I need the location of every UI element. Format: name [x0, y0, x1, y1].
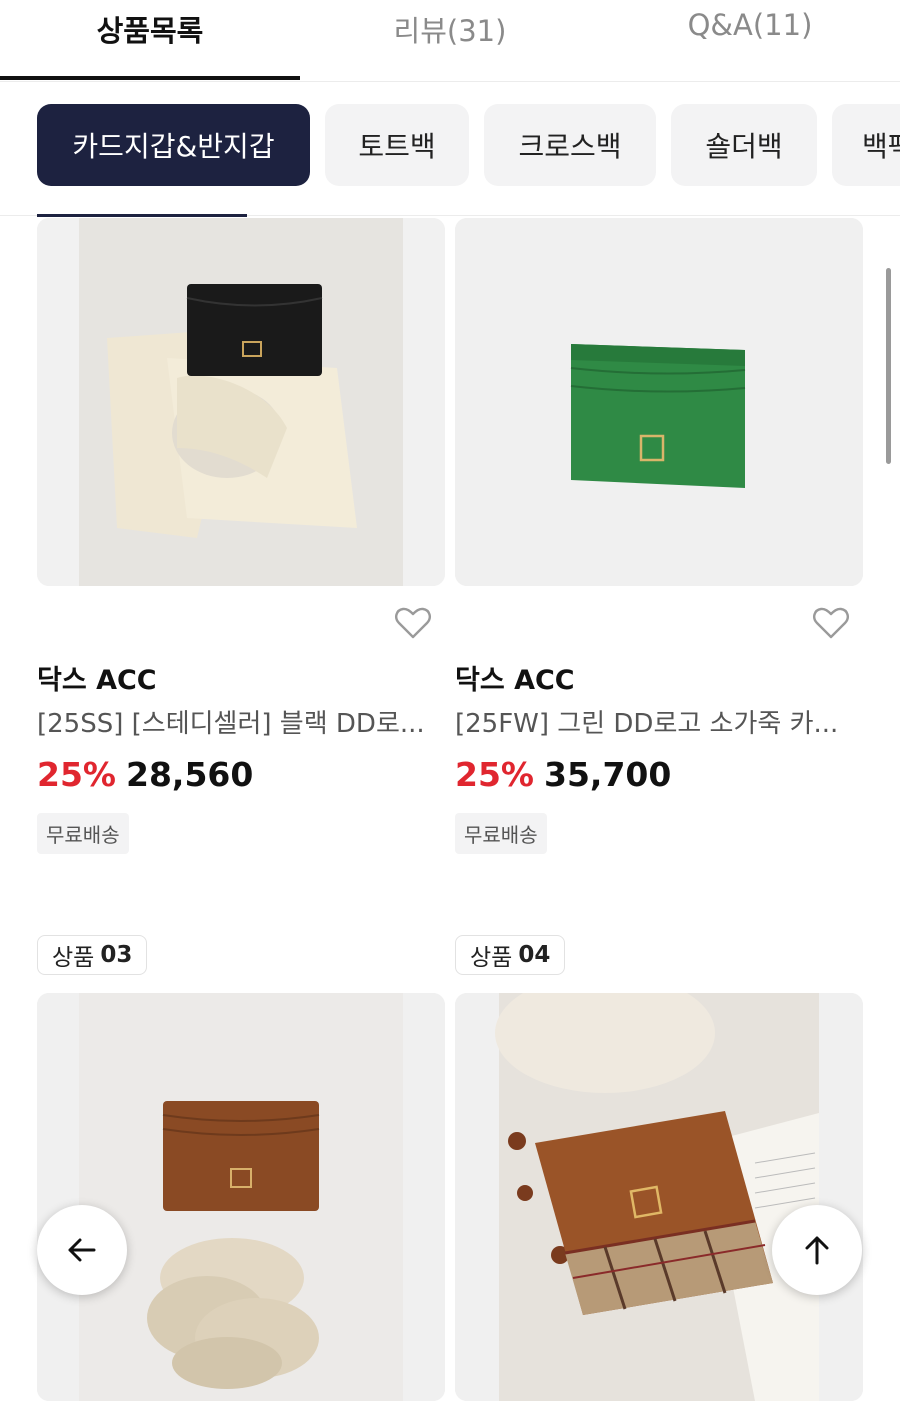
chip-shoulder-bag[interactable]: 숄더백 [671, 104, 817, 186]
tab-reviews[interactable]: 리뷰(31) [300, 0, 600, 80]
chip-cross-bag[interactable]: 크로스백 [484, 104, 656, 186]
product-brand: 닥스 ACC [37, 665, 157, 696]
tab-product-list[interactable]: 상품목록 [0, 0, 300, 80]
product-name[interactable]: [25SS] [스테디셀러] 블랙 DD로... [37, 703, 437, 740]
category-scroll-indicator [37, 214, 247, 217]
free-shipping-badge: 무료배송 [37, 813, 129, 854]
green-card-wallet-image [455, 218, 863, 586]
brown-card-wallet-image [37, 993, 445, 1401]
discount-rate: 25% [37, 755, 116, 794]
heart-icon[interactable] [811, 603, 851, 643]
tab-label: 리뷰(31) [393, 14, 507, 48]
product-price-row: 25% 35,700 [455, 755, 671, 794]
sale-price: 28,560 [126, 755, 254, 794]
chip-label: 카드지갑&반지갑 [72, 130, 275, 163]
sale-price: 35,700 [544, 755, 672, 794]
tab-qna[interactable]: Q&A(11) [600, 0, 900, 80]
arrow-up-icon [805, 1236, 829, 1265]
brown-check-card-wallet-image [455, 993, 863, 1401]
chip-card-wallet[interactable]: 카드지갑&반지갑 [37, 104, 310, 186]
back-button[interactable] [37, 1205, 127, 1295]
product-image-green-wallet[interactable] [455, 218, 863, 586]
badge-label: 상품 [470, 945, 513, 971]
badge-number: 04 [518, 942, 551, 968]
chip-label: 숄더백 [705, 130, 783, 163]
product-brand: 닥스 ACC [455, 665, 575, 696]
chip-backpack[interactable]: 백팩 [832, 104, 900, 186]
product-image-black-wallet[interactable] [37, 218, 445, 586]
arrow-left-icon [68, 1238, 96, 1262]
chip-label: 백팩 [862, 130, 900, 163]
chip-label: 토트백 [358, 130, 436, 163]
category-chip-bar: 카드지갑&반지갑 토트백 크로스백 숄더백 백팩 [0, 82, 900, 216]
product-number-badge: 상품 03 [37, 935, 148, 975]
scrollbar[interactable] [886, 268, 891, 464]
product-name[interactable]: [25FW] 그린 DD로고 소가죽 카... [455, 703, 855, 740]
tab-label: Q&A(11) [687, 8, 813, 42]
product-price-row: 25% 28,560 [37, 755, 253, 794]
scroll-to-top-button[interactable] [772, 1205, 862, 1295]
active-tab-indicator [0, 76, 300, 80]
badge-label: 상품 [52, 945, 95, 971]
chip-tote-bag[interactable]: 토트백 [325, 104, 469, 186]
product-number-badge: 상품 04 [455, 935, 566, 975]
heart-icon[interactable] [393, 603, 433, 643]
product-image-brown-wallet[interactable] [37, 993, 445, 1401]
free-shipping-badge: 무료배송 [455, 813, 547, 854]
tab-label: 상품목록 [96, 14, 204, 48]
top-tab-bar: 상품목록 리뷰(31) Q&A(11) [0, 0, 900, 82]
product-image-brown-check-wallet[interactable] [455, 993, 863, 1401]
badge-number: 03 [100, 942, 133, 968]
black-card-wallet-image [37, 218, 445, 586]
chip-label: 크로스백 [518, 130, 622, 163]
discount-rate: 25% [455, 755, 534, 794]
